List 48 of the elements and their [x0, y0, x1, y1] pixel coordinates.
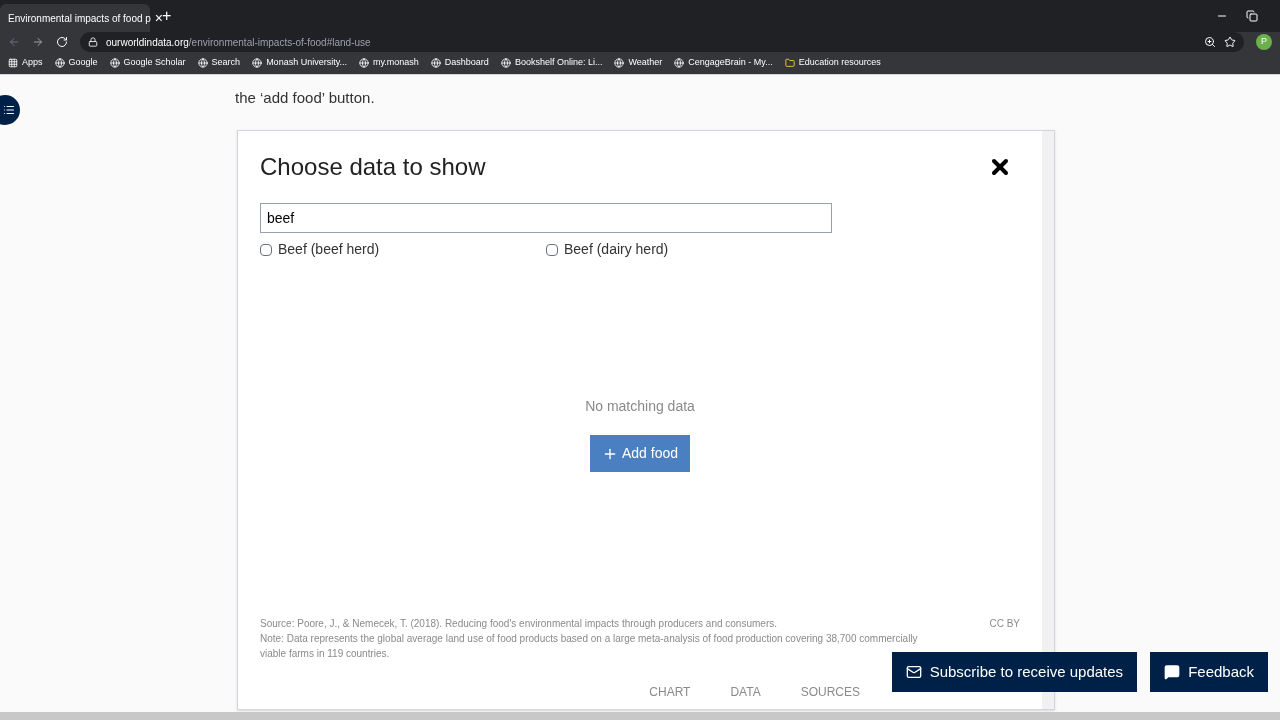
- option-checkbox[interactable]: Beef (dairy herd): [546, 239, 832, 260]
- folder-icon: [784, 58, 795, 68]
- zoom-icon[interactable]: [1204, 36, 1216, 48]
- bookmark[interactable]: Education resources: [784, 56, 881, 70]
- address-bar[interactable]: ourworldindata.org/environmental-impacts-of-food#land-use: [80, 32, 1244, 52]
- url-path: /environmental-impacts-of-food#land-use: [188, 35, 371, 50]
- envelope-icon: [905, 664, 922, 680]
- bookmark[interactable]: Google: [54, 56, 98, 70]
- license-text: CC BY: [989, 617, 1020, 631]
- site-icon: [674, 58, 685, 68]
- bookmark-star-icon[interactable]: [1224, 36, 1236, 48]
- site-icon: [500, 58, 511, 68]
- lock-icon: [88, 37, 98, 47]
- modal-title: Choose data to show: [260, 152, 486, 182]
- subscribe-button[interactable]: Subscribe to receive updates: [891, 652, 1138, 692]
- bookmark[interactable]: Dashboard: [430, 56, 489, 70]
- new-tab-button[interactable]: +: [162, 4, 172, 28]
- option-checkbox[interactable]: Beef (beef herd): [260, 239, 546, 260]
- site-icon: [252, 58, 263, 68]
- source-text: Source: Poore, J., & Nemecek, T. (2018). Reducing food's environmental impacts through producers and consumers.: [260, 617, 777, 631]
- add-food-button[interactable]: Add food: [589, 435, 691, 472]
- site-icon: [197, 58, 208, 68]
- feedback-button[interactable]: Feedback: [1150, 652, 1268, 692]
- speech-bubble-icon: [1164, 664, 1181, 680]
- bookmark[interactable]: Apps: [8, 56, 43, 70]
- search-field[interactable]: beef: [260, 203, 832, 233]
- bookmark[interactable]: Google Scholar: [109, 56, 186, 70]
- restore-icon[interactable]: [1246, 10, 1258, 22]
- site-icon: [54, 58, 65, 68]
- reload-icon[interactable]: [56, 36, 68, 48]
- bookmark[interactable]: Monash University...: [252, 56, 347, 70]
- site-icon: [359, 58, 369, 68]
- apps-icon: [8, 58, 18, 68]
- bookmark[interactable]: my.monash: [359, 56, 419, 70]
- forward-icon[interactable]: [32, 36, 44, 48]
- site-icon: [109, 58, 120, 68]
- article-text: the ‘add food’ button.: [235, 88, 376, 108]
- bookmark[interactable]: Search: [197, 56, 241, 70]
- bookmark[interactable]: Weather: [614, 56, 663, 70]
- tab-title: Environmental impacts of food p: [8, 11, 151, 26]
- url-host: ourworldindata.org: [106, 35, 189, 50]
- empty-message: No matching data: [585, 397, 695, 416]
- list-icon: [3, 104, 15, 116]
- site-icon: [614, 58, 625, 68]
- bookmark[interactable]: CengageBrain - My...: [674, 56, 773, 70]
- site-icon: [430, 58, 441, 68]
- bookmark[interactable]: Bookshelf Online: Li...: [500, 56, 603, 70]
- chart-tab[interactable]: SOURCES: [800, 683, 860, 701]
